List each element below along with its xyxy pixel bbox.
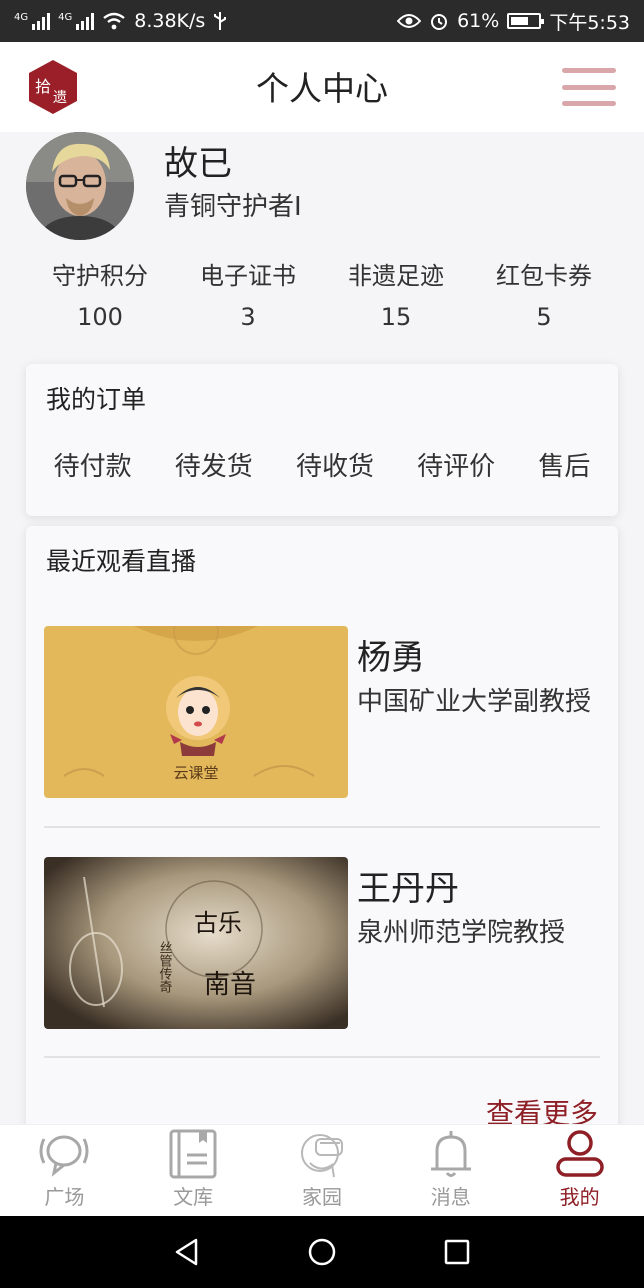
battery-percent: 61%	[457, 10, 500, 32]
stat-value: 15	[380, 303, 412, 331]
system-nav-bar	[0, 1216, 644, 1288]
svg-text:云课堂: 云课堂	[173, 764, 218, 782]
stat-certificates[interactable]: 电子证书 3	[174, 256, 322, 331]
tab-label: 我的	[559, 1185, 600, 1209]
username: 故已	[164, 144, 232, 184]
clock: 下午5:53	[549, 11, 630, 34]
tab-library[interactable]: 文库	[129, 1125, 258, 1216]
svg-text:古乐: 古乐	[194, 909, 242, 937]
home-icon[interactable]	[307, 1237, 337, 1267]
tab-plaza[interactable]: 广场	[0, 1125, 129, 1216]
cell-signal-icon-2: 4G	[58, 12, 95, 30]
order-pending-receipt[interactable]: 待收货	[296, 446, 374, 483]
cell-signal-icon: 4G	[14, 12, 51, 30]
live-thumbnail: 丝管传奇 古乐 南音	[44, 857, 348, 1029]
live-host-name: 王丹丹	[357, 869, 459, 909]
back-icon[interactable]	[172, 1237, 202, 1267]
orders-card: 我的订单 待付款 待发货 待收货 待评价 售后	[26, 364, 618, 516]
chat-bubble-icon	[39, 1135, 89, 1177]
stat-coupons[interactable]: 红包卡券 5	[470, 256, 618, 331]
user-level: 青铜守护者I	[164, 192, 302, 222]
stat-label: 电子证书	[200, 262, 296, 290]
menu-icon[interactable]	[562, 68, 616, 106]
stat-label: 红包卡券	[496, 262, 592, 290]
order-pending-payment[interactable]: 待付款	[54, 446, 132, 483]
tab-mine[interactable]: 我的	[515, 1125, 644, 1216]
tab-home[interactable]: 家园	[258, 1125, 387, 1216]
live-item[interactable]: 云课堂 杨勇 中国矿业大学副教授	[44, 626, 600, 798]
user-icon	[555, 1130, 604, 1177]
live-host-desc: 中国矿业大学副教授	[357, 687, 592, 717]
tab-messages[interactable]: 消息	[386, 1125, 515, 1216]
tab-label: 消息	[430, 1185, 471, 1209]
page-title: 个人中心	[256, 69, 388, 108]
order-pending-review[interactable]: 待评价	[417, 446, 495, 483]
stat-points[interactable]: 守护积分 100	[26, 256, 174, 331]
tab-label: 文库	[173, 1185, 214, 1209]
stats-row: 守护积分 100 电子证书 3 非遗足迹 15 红包卡券 5	[26, 256, 618, 331]
recents-icon[interactable]	[442, 1237, 472, 1267]
bottom-tab-bar: 广场 文库 家园 消息 我的	[0, 1124, 644, 1216]
svg-text:南音: 南音	[204, 970, 256, 1000]
divider	[44, 1056, 600, 1058]
live-host-desc: 泉州师范学院教授	[357, 918, 566, 948]
tab-label: 家园	[301, 1185, 342, 1209]
divider	[44, 826, 600, 828]
live-item[interactable]: 丝管传奇 古乐 南音 王丹丹 泉州师范学院教授	[44, 857, 600, 1029]
stat-value: 3	[240, 303, 256, 331]
tab-label: 广场	[44, 1185, 85, 1209]
order-after-sales[interactable]: 售后	[538, 446, 590, 483]
recent-title: 最近观看直播	[46, 547, 197, 576]
stat-label: 非遗足迹	[348, 262, 444, 290]
usb-icon	[214, 12, 227, 30]
bell-icon	[430, 1131, 471, 1177]
stat-value: 100	[77, 303, 123, 331]
eye-icon	[397, 14, 422, 28]
stat-value: 5	[536, 303, 552, 331]
wifi-icon	[103, 12, 125, 30]
network-speed: 8.38K/s	[134, 10, 206, 32]
book-icon	[169, 1129, 217, 1179]
live-thumbnail: 云课堂	[44, 626, 348, 798]
orders-title: 我的订单	[46, 385, 147, 414]
order-pending-shipment[interactable]: 待发货	[175, 446, 253, 483]
status-bar: 4G 4G 8.38K/s 61% 下午5:53	[0, 0, 644, 42]
app-header: 拾 遗 个人中心	[0, 42, 644, 132]
svg-text:丝管传奇: 丝管传奇	[157, 941, 173, 993]
stat-label: 守护积分	[52, 262, 148, 290]
stat-footprints[interactable]: 非遗足迹 15	[322, 256, 470, 331]
battery-icon	[507, 13, 545, 29]
recent-live-card: 最近观看直播 云课堂 杨勇 中国矿业大学副教授 丝管传奇 古乐 南音 王丹丹 泉…	[26, 526, 618, 1166]
live-host-name: 杨勇	[357, 638, 425, 678]
avatar[interactable]	[26, 132, 134, 240]
alarm-icon	[431, 14, 448, 30]
vr-headset-icon	[300, 1134, 343, 1178]
